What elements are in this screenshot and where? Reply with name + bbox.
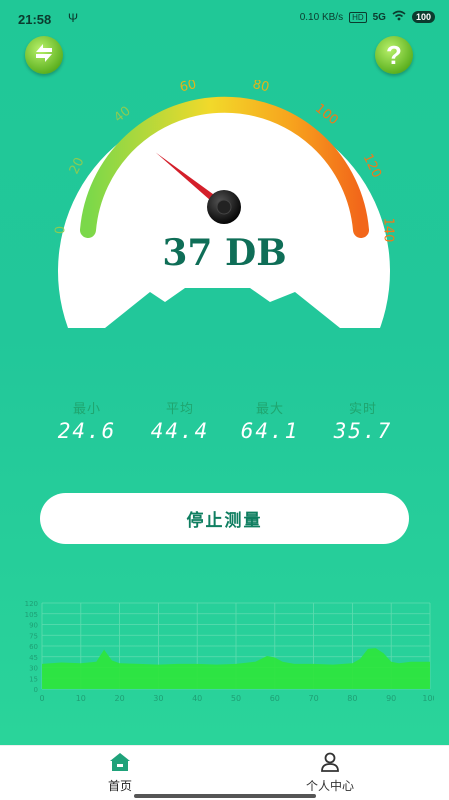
stat-value: 64.1 [240,419,300,443]
x-tick-label: 50 [231,694,241,703]
decibel-gauge: 0204060 80100120140 [54,80,396,328]
usb-icon: Ψ [68,11,79,25]
chart-y-axis: 120 105 90 75 60 45 30 15 0 [25,600,38,694]
x-tick-label: 0 [39,694,44,703]
x-tick-label: 100 [422,694,434,703]
x-tick-label: 60 [270,694,280,703]
tab-home-label: 首页 [107,779,132,793]
user-icon [318,752,342,775]
x-tick-label: 40 [192,694,202,703]
main-screen: 21:58 Ψ 0.10 KB/s HD 5G 100 ? 0 20 40 60… [0,0,449,745]
wifi-icon [392,10,406,24]
battery-indicator: 100 [411,11,435,23]
history-chart: 0102030405060708090100 12010590756045301… [25,600,434,703]
x-tick-label: 90 [386,694,396,703]
stat-value: 24.6 [57,419,117,443]
bottom-tab-bar: 首页 个人中心 [0,745,449,800]
stat-label: 平均 [165,402,194,417]
x-tick-label: 20 [115,694,125,703]
tab-home[interactable]: 首页 [60,752,180,794]
home-icon [108,753,132,775]
net-speed-text: 0.10 KB/s [299,11,344,23]
stat-value: 44.4 [150,419,210,443]
stat-avg: 平均 44.4 [135,398,225,443]
gauge-tick-label: 120 [360,152,384,181]
y-tick-label: 15 [29,675,38,683]
gauge-tick-label: 80 [251,80,270,95]
y-tick-label: 90 [29,622,38,630]
gauge-tick-label: 100 [312,101,341,128]
stat-max: 最大 64.1 [225,398,315,443]
tab-profile-label: 个人中心 [305,779,354,793]
decibel-readout: 37 DB [162,232,287,274]
y-tick-label: 45 [29,654,38,662]
stat-min: 最小 24.6 [42,398,132,443]
home-indicator [134,794,316,798]
stat-label: 实时 [348,402,377,417]
y-tick-label: 30 [29,665,38,673]
x-tick-label: 30 [153,694,163,703]
help-icon: ? [386,39,402,70]
stat-value: 35.7 [333,419,393,443]
signal-text: 5G [372,11,386,23]
stop-measure-button[interactable]: 停止测量 [40,493,409,544]
status-right: 0.10 KB/s HD 5G 100 [300,10,435,24]
gauge-tick-label: 20 [67,155,88,176]
y-tick-label: 0 [34,686,38,694]
refresh-button[interactable] [25,36,63,74]
help-button[interactable]: ? [375,36,413,74]
status-time: 21:58 [18,12,52,27]
y-tick-label: 75 [29,632,38,640]
x-tick-label: 70 [309,694,319,703]
stat-label: 最小 [72,402,101,417]
x-tick-label: 10 [76,694,86,703]
stat-realtime: 实时 35.7 [318,398,408,443]
chart-x-axis: 0 10 20 30 40 50 60 70 80 90 100 [39,694,434,703]
y-tick-label: 120 [25,600,38,608]
hd-badge: HD [349,11,367,23]
stats-row: 最小 24.6 平均 44.4 最大 64.1 实时 35.7 [0,398,449,448]
x-tick-label: 80 [347,694,357,703]
gauge-tick-label: 60 [178,80,197,95]
y-tick-label: 60 [29,643,38,651]
status-bar: 21:58 Ψ 0.10 KB/s HD 5G 100 [0,0,449,40]
refresh-arrows-icon [31,40,57,70]
tab-profile[interactable]: 个人中心 [270,752,390,794]
y-tick-label: 105 [25,611,38,619]
stat-label: 最大 [255,402,284,417]
gauge-tick-label: 40 [111,104,133,126]
